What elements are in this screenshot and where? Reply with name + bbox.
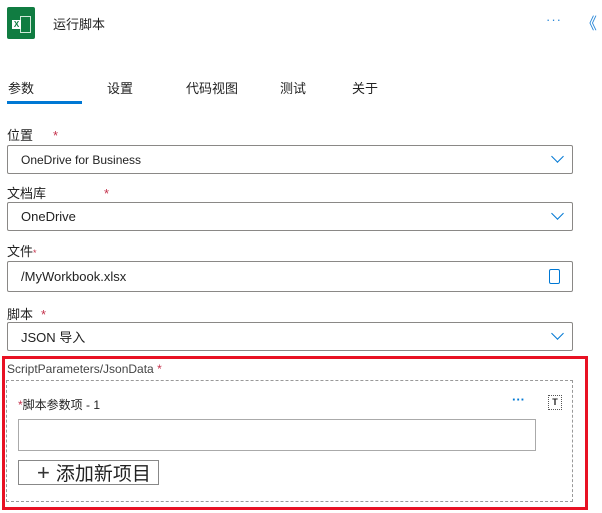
tab-parameters[interactable]: 参数 <box>8 78 34 97</box>
param-item-input[interactable] <box>18 419 536 451</box>
tab-code-view[interactable]: 代码视图 <box>186 78 238 97</box>
action-title: 运行脚本 <box>53 17 106 32</box>
tab-settings[interactable]: 设置 <box>107 78 133 97</box>
active-tab-indicator <box>7 101 82 104</box>
location-value: OneDrive for Business <box>21 152 142 167</box>
plus-icon: + <box>37 459 50 485</box>
script-label: 脚本 * <box>7 307 47 322</box>
chevron-down-icon <box>551 150 564 163</box>
script-value: JSON 导入 <box>21 330 86 345</box>
location-dropdown[interactable]: OneDrive for Business <box>7 145 573 174</box>
tab-test[interactable]: 测试 <box>280 78 306 97</box>
more-options-icon[interactable]: ··· <box>546 12 562 27</box>
file-picker-icon[interactable] <box>549 269 560 284</box>
item-more-icon[interactable]: ··· <box>512 392 525 407</box>
library-dropdown[interactable]: OneDrive <box>7 202 573 231</box>
add-item-label: 添加新项目 <box>55 464 151 485</box>
params-label: ScriptParameters/JsonData * <box>7 362 162 376</box>
library-label: 文档库 * <box>7 186 110 201</box>
switch-input-mode-icon[interactable]: T <box>548 395 562 410</box>
script-dropdown[interactable]: JSON 导入 <box>7 322 573 351</box>
location-label: 位置 * <box>7 128 59 143</box>
chevron-down-icon <box>551 327 564 340</box>
tab-about[interactable]: 关于 <box>352 78 378 97</box>
library-value: OneDrive <box>21 209 76 224</box>
excel-logo-icon: X <box>7 7 35 39</box>
chevron-down-icon <box>551 207 564 220</box>
file-input[interactable]: /MyWorkbook.xlsx <box>7 261 573 292</box>
file-value: /MyWorkbook.xlsx <box>21 269 127 284</box>
collapse-panel-icon[interactable]: 《 <box>581 10 597 34</box>
file-label: 文件* <box>7 244 37 259</box>
add-new-item-button[interactable]: + 添加新项目 <box>18 460 159 485</box>
param-item-label: *脚本参数项 - 1 <box>18 398 101 412</box>
